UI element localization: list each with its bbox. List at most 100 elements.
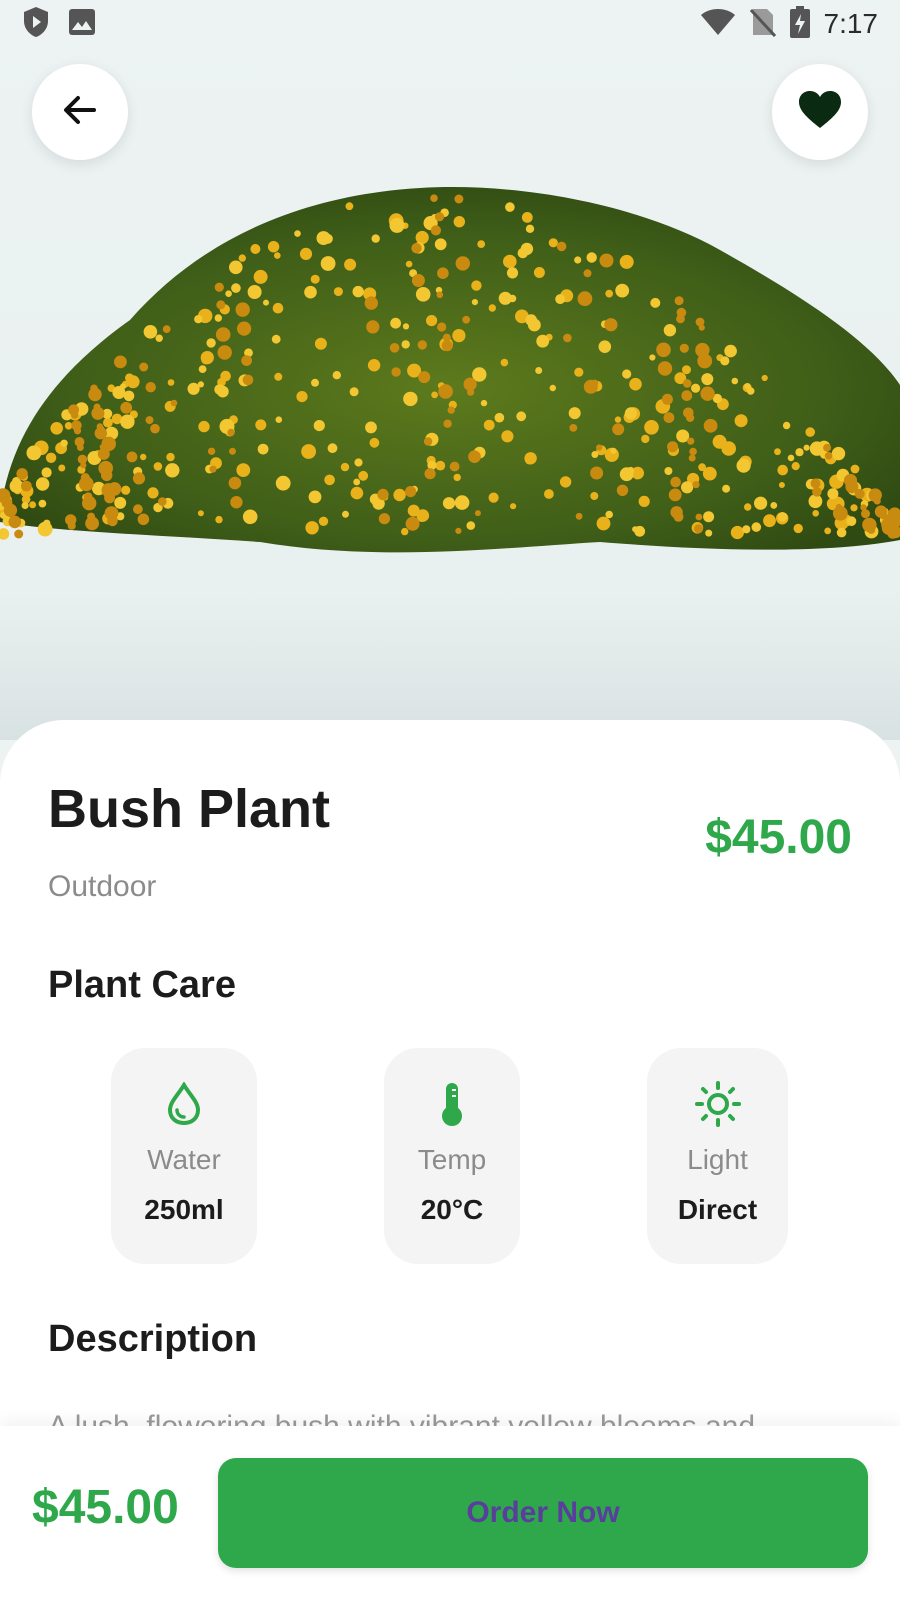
flower-dot xyxy=(590,492,599,500)
care-value: 250ml xyxy=(144,1194,224,1225)
flower-dot xyxy=(559,476,572,488)
back-button[interactable] xyxy=(32,64,128,160)
flower-dot xyxy=(638,495,650,507)
flower-dot xyxy=(682,379,692,388)
favorite-button[interactable] xyxy=(772,64,868,160)
flower-dot xyxy=(112,386,126,399)
shield-play-icon xyxy=(22,6,50,43)
flower-dot xyxy=(694,524,703,534)
flower-dot xyxy=(238,254,246,262)
flower-dot xyxy=(217,345,232,360)
flower-dot xyxy=(405,486,417,498)
flower-dot xyxy=(703,511,715,523)
flower-dot xyxy=(501,430,514,443)
flower-dot xyxy=(453,216,465,228)
flower-dot xyxy=(453,473,461,482)
flower-dot xyxy=(235,302,250,317)
flower-dot xyxy=(823,443,832,452)
flower-dot xyxy=(615,283,630,298)
flower-dot xyxy=(649,354,656,361)
flower-dot xyxy=(810,478,821,489)
flower-dot xyxy=(43,519,51,527)
flower-dot xyxy=(272,302,284,314)
flower-dot xyxy=(73,427,82,435)
flower-dot xyxy=(695,317,705,327)
flower-dot xyxy=(229,447,236,455)
flower-dot xyxy=(353,478,361,486)
flower-dot xyxy=(832,505,848,521)
flower-dot xyxy=(879,513,887,520)
flower-dot xyxy=(120,401,133,414)
flower-dot xyxy=(674,296,684,306)
flower-dot xyxy=(555,294,566,305)
flower-dot xyxy=(296,391,308,403)
flower-dot xyxy=(242,509,258,525)
order-now-button[interactable]: Order Now xyxy=(218,1458,868,1568)
flower-dot xyxy=(742,525,751,534)
flower-dot xyxy=(471,299,478,306)
flower-dot xyxy=(701,373,714,386)
flower-dot xyxy=(682,365,691,375)
flower-dot xyxy=(327,443,338,454)
flower-dot xyxy=(770,502,778,509)
flower-dot xyxy=(614,416,622,423)
flower-dot xyxy=(215,327,231,342)
flower-dot xyxy=(378,513,390,525)
flower-dot xyxy=(304,285,317,299)
flower-dot xyxy=(471,280,482,291)
flower-dot xyxy=(332,371,341,380)
flower-dot xyxy=(777,512,788,522)
flower-dot xyxy=(26,445,42,461)
flower-dot xyxy=(313,420,325,432)
flower-dot xyxy=(214,282,224,292)
flower-dot xyxy=(535,367,543,374)
flower-dot xyxy=(474,510,481,517)
flower-dot xyxy=(114,355,127,369)
flower-dot xyxy=(596,516,611,531)
care-label: Light xyxy=(687,1144,748,1175)
flower-dot xyxy=(145,382,156,393)
flower-dot xyxy=(447,406,455,414)
flower-dot xyxy=(619,467,634,482)
flower-dot xyxy=(411,243,422,254)
flower-dot xyxy=(657,361,673,376)
flower-dot xyxy=(500,358,509,367)
flower-dot xyxy=(340,462,350,472)
flower-dot xyxy=(468,450,481,464)
flower-dot xyxy=(477,240,486,248)
water-drop-icon xyxy=(166,1078,202,1130)
flower-dot xyxy=(670,506,683,519)
flower-dot xyxy=(577,291,593,307)
flower-dot xyxy=(227,428,235,436)
flower-dot xyxy=(401,527,409,536)
care-value: 20°C xyxy=(420,1194,484,1225)
flower-dot xyxy=(777,464,788,476)
flower-dot xyxy=(402,323,410,330)
flower-dot xyxy=(147,487,159,499)
flower-dot xyxy=(663,412,675,423)
flower-dot xyxy=(604,318,618,332)
no-sim-icon xyxy=(749,7,776,42)
flower-dot xyxy=(14,529,24,539)
flower-dot xyxy=(371,234,380,243)
flower-dot xyxy=(77,444,84,451)
flower-dot xyxy=(569,424,578,432)
flower-dot xyxy=(247,285,262,299)
flower-dot xyxy=(137,513,150,526)
flower-dot xyxy=(583,269,592,278)
flower-dot xyxy=(21,480,32,492)
flower-dot xyxy=(415,230,429,245)
flower-dot xyxy=(21,501,29,510)
flower-dot xyxy=(641,434,650,444)
flower-dot xyxy=(688,454,696,462)
status-time: 7:17 xyxy=(823,8,879,39)
care-tile-water: Water 250ml xyxy=(111,1048,257,1264)
flower-dot xyxy=(443,419,452,428)
flower-dot xyxy=(676,314,685,324)
flower-dot xyxy=(692,481,700,489)
flower-dot xyxy=(167,379,175,386)
flower-dot xyxy=(0,528,10,540)
flower-dot xyxy=(586,252,597,263)
flower-dot xyxy=(574,256,582,264)
care-value: Direct xyxy=(677,1194,758,1225)
